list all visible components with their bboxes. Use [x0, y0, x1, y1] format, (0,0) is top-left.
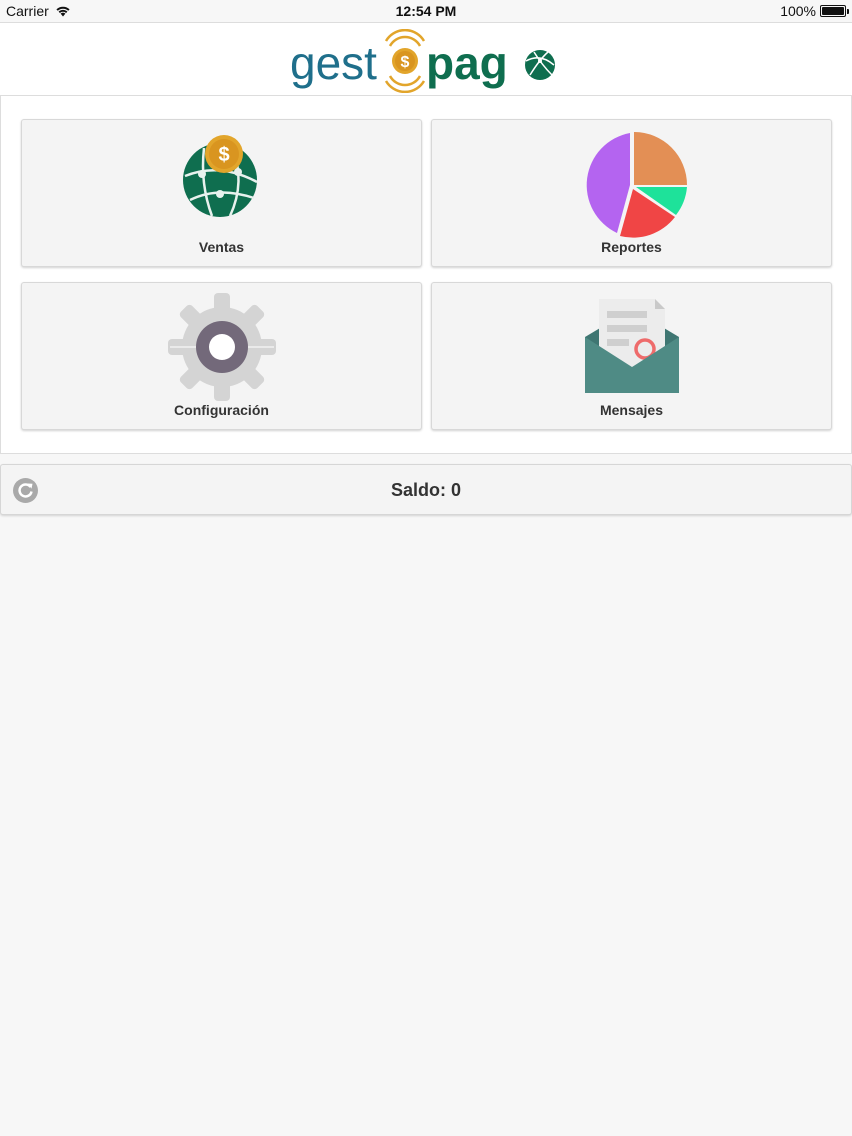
battery-icon [820, 5, 849, 17]
balance-text: Saldo: 0 [390, 480, 461, 500]
globe-coin-icon: $ [182, 135, 258, 217]
battery-percent: 100% [780, 3, 816, 19]
menu-panel: $ Ventas Reportes Configuración Mensajes [0, 96, 852, 454]
tile-ventas[interactable]: $ Ventas [21, 119, 422, 267]
logo-coin-icon: $ [384, 29, 426, 93]
tile-reportes[interactable]: Reportes [431, 119, 832, 267]
balance-bar: Saldo: 0 [0, 464, 852, 515]
status-time: 12:54 PM [395, 3, 457, 19]
pie-chart-icon [586, 132, 687, 238]
status-bar: Carrier 12:54 PM 100% [0, 0, 852, 22]
logo-text-right: pag [426, 37, 508, 89]
tile-label-mensajes: Mensajes [599, 402, 664, 418]
tile-configuracion[interactable]: Configuración [21, 282, 422, 430]
logo-symbol: $ [401, 54, 410, 71]
app-header: gest $ pag [0, 22, 852, 96]
tile-label-ventas: Ventas [198, 239, 245, 255]
envelope-icon [584, 299, 679, 393]
logo-text-left: gest [290, 37, 377, 89]
svg-text:$: $ [218, 144, 229, 166]
tile-mensajes[interactable]: Mensajes [431, 282, 832, 430]
gear-icon [167, 293, 276, 401]
tile-label-configuracion: Configuración [174, 402, 269, 418]
battery-group: 100% [780, 3, 849, 19]
tile-label-reportes: Reportes [601, 239, 662, 255]
logo-globe-icon [525, 50, 555, 80]
gestopago-logo: gest $ pag [290, 29, 555, 93]
